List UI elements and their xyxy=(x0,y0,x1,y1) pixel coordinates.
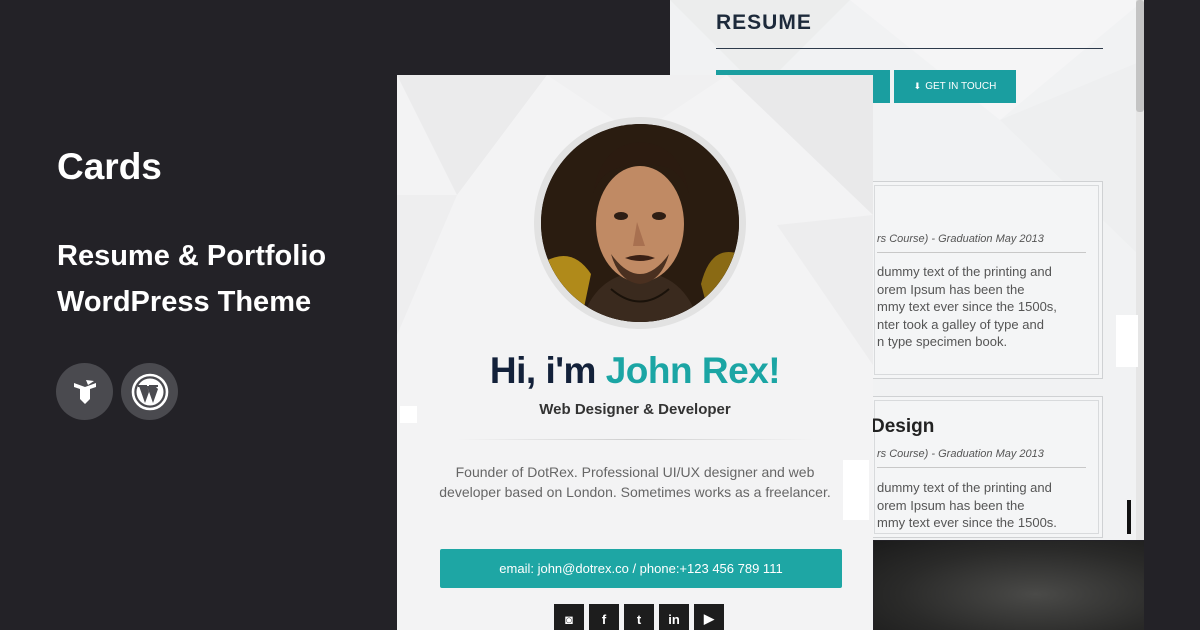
education-meta: rs Course) - Graduation May 2013 xyxy=(877,233,1044,245)
decorative-highlight xyxy=(400,406,417,423)
contact-button[interactable]: email: john@dotrex.co / phone:+123 456 7… xyxy=(440,549,842,588)
instagram-icon[interactable]: ◙ xyxy=(554,604,584,630)
decorative-highlight xyxy=(843,460,869,520)
education-heading: Design xyxy=(871,416,935,437)
profile-divider xyxy=(457,439,813,440)
twitter-icon[interactable]: t xyxy=(624,604,654,630)
avatar xyxy=(541,124,739,322)
photo-strip xyxy=(874,541,1144,630)
themeforest-icon xyxy=(73,379,96,404)
wordpress-badge[interactable] xyxy=(121,363,178,420)
education-divider xyxy=(877,467,1086,468)
text-line: mmy text ever since the 1500s. xyxy=(877,515,1057,530)
linkedin-icon[interactable]: in xyxy=(659,604,689,630)
profile-bio: Founder of DotRex. Professional UI/UX de… xyxy=(439,464,831,500)
text-line: dummy text of the printing and xyxy=(877,264,1052,279)
education-box-2: Design rs Course) - Graduation May 2013 … xyxy=(870,396,1103,538)
education-description: dummy text of the printing and orem Ipsu… xyxy=(877,479,1057,532)
education-divider xyxy=(877,252,1086,253)
resume-title: RESUME xyxy=(716,11,812,34)
text-line: nter took a galley of type and xyxy=(877,316,1044,332)
education-meta: rs Course) - Graduation May 2013 xyxy=(877,448,1044,460)
text-line: orem Ipsum has been the xyxy=(877,281,1025,297)
themeforest-badge[interactable] xyxy=(56,363,113,420)
decorative-highlight xyxy=(1116,315,1138,367)
text-line: orem Ipsum has been the xyxy=(877,497,1025,513)
greeting-text: Hi, i'm xyxy=(489,350,606,391)
profile-card: Hi, i'm John Rex! Web Designer & Develop… xyxy=(397,75,873,630)
text-line: n type specimen book. xyxy=(877,334,1008,349)
get-in-touch-label: GET IN TOUCH xyxy=(925,81,997,92)
facebook-icon[interactable]: f xyxy=(589,604,619,630)
promo-subtitle-line-1: Resume & Portfolio xyxy=(57,240,327,272)
education-description: dummy text of the printing and orem Ipsu… xyxy=(877,263,1057,351)
resume-title-underline xyxy=(716,48,1103,49)
education-box-1: rs Course) - Graduation May 2013 dummy t… xyxy=(870,181,1103,379)
scrollbar-thumb[interactable] xyxy=(1136,0,1144,112)
text-cursor xyxy=(1127,500,1131,534)
get-in-touch-button[interactable]: ⬇ GET IN TOUCH xyxy=(894,70,1016,103)
text-line: mmy text ever since the 1500s, xyxy=(877,299,1057,314)
profile-role: Web Designer & Developer xyxy=(539,401,731,418)
text-line: dummy text of the printing and xyxy=(877,480,1052,495)
wordpress-icon xyxy=(131,373,168,410)
promo-title: Cards xyxy=(57,146,162,187)
download-icon: ⬇ xyxy=(913,81,922,91)
promo-subtitle-line-2: WordPress Theme xyxy=(57,286,312,318)
youtube-icon[interactable]: ▶ xyxy=(694,604,724,630)
portrait-image xyxy=(541,124,739,322)
promo-subtitle: Resume & Portfolio WordPress Theme xyxy=(57,233,326,325)
greeting-heading: Hi, i'm John Rex! xyxy=(397,350,873,392)
profile-name: John Rex! xyxy=(605,350,781,391)
